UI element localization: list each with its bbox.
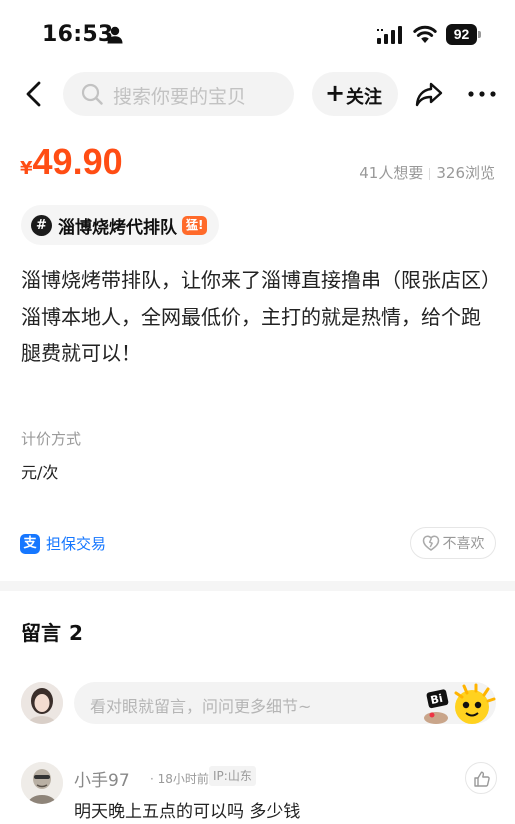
search-placeholder: 搜索你要的宝贝 [113,86,247,108]
comment-text: 明天晚上五点的可以吗 多少钱 [74,802,301,822]
my-avatar [21,682,63,724]
follow-button[interactable]: + 关注 [312,72,398,116]
mascot-icon: Bi [424,683,496,724]
comment-time: · 18小时前 [150,772,209,786]
search-icon [81,83,103,105]
top-nav: 搜索你要的宝贝 + 关注 [0,70,515,118]
battery-icon: 92 [446,24,481,45]
search-input[interactable]: 搜索你要的宝贝 [63,72,294,116]
product-price: ¥49.90 [20,141,123,183]
comment-time-value: 18小时前 [157,772,209,786]
dislike-button[interactable]: 不喜欢 [410,527,496,559]
comments-title-label: 留言 [21,621,61,645]
chevron-left-icon[interactable] [20,80,48,108]
broken-heart-icon [422,535,439,551]
signal-icon [377,26,402,44]
section-divider [0,581,515,591]
want-count: 41人想要 [359,164,424,182]
comment-item: 小手97 · 18小时前 IP:山东 明天晚上五点的可以吗 多少钱 [0,758,515,824]
description-line: 淄博本地人，全网最低价，主打的就是热情，给个跑腿费就可以！ [21,304,481,366]
description-line: 淄博烧烤带排队，让你来了淄博直接撸串（限张店区） [21,268,501,292]
product-stats: 41人想要 326浏览 [359,162,495,183]
plus-icon: + [325,79,346,107]
guarantee-label: 担保交易 [46,535,107,553]
status-time: 16:53 [42,22,114,47]
topic-tag[interactable]: # 淄博烧烤代排队 猛! [21,205,220,245]
follow-label: 关注 [346,87,382,108]
alipay-icon: 支 [20,533,40,554]
pricing-method-value: 元/次 [21,463,59,482]
wifi-icon [413,25,437,43]
more-dots-icon[interactable] [466,82,498,106]
person-icon [107,26,123,44]
commenter-name[interactable]: 小手97 [74,766,130,791]
topic-label: 淄博烧烤代排队 [58,217,177,238]
currency-symbol: ¥ [20,158,33,179]
price-value: 49.90 [32,141,123,182]
share-icon[interactable] [414,79,444,109]
like-button[interactable] [465,762,497,794]
comment-placeholder: 看对眼就留言，问问更多细节~ [90,697,312,716]
status-bar: 16:53 92 [0,0,515,70]
commenter-avatar[interactable] [21,762,63,804]
thumbs-up-icon [474,771,490,787]
product-description: 淄博烧烤带排队，让你来了淄博直接撸串（限张店区） 淄博本地人，全网最低价，主打的… [21,262,501,372]
pricing-method-label: 计价方式 [21,430,82,448]
comments-title: 留言 2 [21,617,83,646]
battery-level: 92 [446,24,477,45]
dislike-label: 不喜欢 [442,536,485,552]
comments-count: 2 [69,621,83,645]
guarantee-link[interactable]: 支 担保交易 [20,533,106,554]
view-count: 326浏览 [436,164,495,182]
hot-badge: 猛! [182,215,208,235]
ip-badge: IP:山东 [209,766,256,786]
hashtag-icon: # [31,214,52,236]
